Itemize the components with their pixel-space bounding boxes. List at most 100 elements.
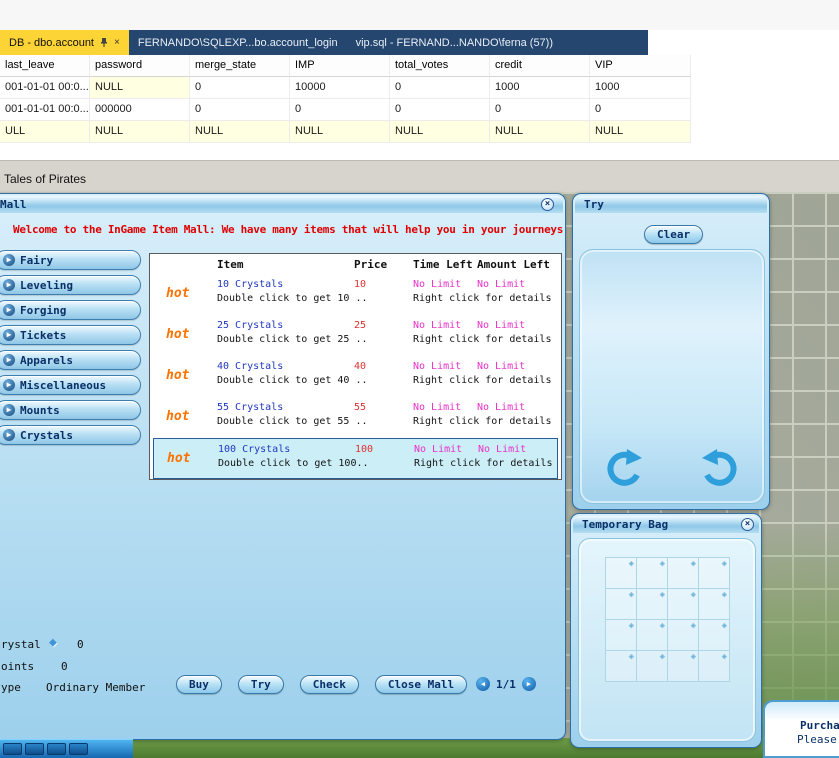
try-preview-area — [579, 249, 765, 504]
table-row[interactable]: ULLNULLNULLNULLNULLNULLNULL — [0, 121, 691, 143]
column-header[interactable]: VIP — [590, 55, 691, 77]
table-cell[interactable]: NULL — [390, 121, 490, 143]
chat-tab[interactable] — [3, 743, 22, 755]
bag-slot[interactable]: ◈ — [699, 651, 730, 682]
category-button-fairy[interactable]: ▶Fairy — [0, 250, 141, 270]
clear-button[interactable]: Clear — [644, 225, 703, 244]
column-header[interactable]: total_votes — [390, 55, 490, 77]
table-cell[interactable]: 000000 — [90, 99, 190, 121]
bag-slot[interactable]: ◈ — [668, 620, 699, 651]
bag-slot[interactable]: ◈ — [606, 589, 637, 620]
bag-slot[interactable]: ◈ — [668, 589, 699, 620]
bag-slot[interactable]: ◈ — [606, 620, 637, 651]
bag-slot[interactable]: ◈ — [637, 620, 668, 651]
screen: DB - dbo.account×FERNANDO\SQLEXP...bo.ac… — [0, 0, 839, 758]
bag-titlebar: Temporary Bag — [573, 516, 759, 533]
category-button-leveling[interactable]: ▶Leveling — [0, 275, 141, 295]
table-cell[interactable]: 0 — [190, 99, 290, 121]
table-cell[interactable]: NULL — [490, 121, 590, 143]
results-grid: last_leavepasswordmerge_stateIMPtotal_vo… — [0, 55, 691, 143]
category-arrow-icon: ▶ — [3, 404, 15, 416]
table-cell[interactable]: 0 — [290, 99, 390, 121]
rotate-left-icon[interactable] — [600, 447, 644, 491]
table-cell[interactable]: 0 — [490, 99, 590, 121]
chat-tab[interactable] — [69, 743, 88, 755]
table-cell[interactable]: 10000 — [290, 77, 390, 99]
gem-icon: ◈ — [691, 559, 696, 569]
table-cell[interactable]: 0 — [190, 77, 290, 99]
category-button-mounts[interactable]: ▶Mounts — [0, 400, 141, 420]
close-tab-icon[interactable]: × — [114, 38, 120, 48]
table-row[interactable]: 001-01-01 00:0...00000000000 — [0, 99, 691, 121]
table-cell[interactable]: 1000 — [490, 77, 590, 99]
table-cell[interactable]: NULL — [190, 121, 290, 143]
item-name: 40 Crystals — [217, 361, 283, 372]
table-cell[interactable]: NULL — [290, 121, 390, 143]
column-header[interactable]: password — [90, 55, 190, 77]
item-price: 40 — [354, 361, 366, 372]
item-row[interactable]: hot55 CrystalsDouble click to get 55 ..5… — [153, 397, 558, 438]
column-header[interactable]: IMP — [290, 55, 390, 77]
close-icon[interactable]: × — [741, 518, 754, 531]
column-header-price: Price — [354, 258, 387, 271]
bag-slot[interactable]: ◈ — [606, 651, 637, 682]
category-arrow-icon: ▶ — [3, 254, 15, 266]
page-next-icon[interactable]: ▶ — [522, 677, 536, 691]
table-cell[interactable]: 1000 — [590, 77, 691, 99]
table-cell[interactable]: NULL — [90, 121, 190, 143]
category-button-miscellaneous[interactable]: ▶Miscellaneous — [0, 375, 141, 395]
item-rows: hot10 CrystalsDouble click to get 10 ..1… — [150, 274, 561, 479]
category-button-tickets[interactable]: ▶Tickets — [0, 325, 141, 345]
category-button-forging[interactable]: ▶Forging — [0, 300, 141, 320]
bag-slot[interactable]: ◈ — [637, 651, 668, 682]
pin-icon[interactable] — [100, 37, 108, 48]
bag-slot[interactable]: ◈ — [637, 589, 668, 620]
item-row[interactable]: hot40 CrystalsDouble click to get 40 ..4… — [153, 356, 558, 397]
try-button[interactable]: Try — [238, 675, 284, 694]
close-icon[interactable]: × — [541, 198, 554, 211]
gem-icon: ◈ — [722, 652, 727, 662]
tab-strip: DB - dbo.account×FERNANDO\SQLEXP...bo.ac… — [0, 30, 648, 55]
item-time-left: No Limit — [413, 402, 461, 413]
document-tab[interactable]: FERNANDO\SQLEXP...bo.account_login — [129, 30, 347, 55]
table-cell[interactable]: 0 — [390, 99, 490, 121]
bag-slot[interactable]: ◈ — [606, 558, 637, 589]
check-button[interactable]: Check — [300, 675, 359, 694]
column-header-amount: Amount Left — [477, 258, 550, 271]
member-type-value: Ordinary Member — [46, 681, 145, 694]
item-desc: Double click to get 100.. — [218, 458, 369, 469]
chat-tab[interactable] — [47, 743, 66, 755]
category-label: Crystals — [20, 429, 73, 442]
bag-slot[interactable]: ◈ — [668, 558, 699, 589]
bag-slot[interactable]: ◈ — [699, 589, 730, 620]
table-cell[interactable]: 0 — [590, 99, 691, 121]
bag-slot[interactable]: ◈ — [699, 558, 730, 589]
buy-button[interactable]: Buy — [176, 675, 222, 694]
item-row[interactable]: hot10 CrystalsDouble click to get 10 ..1… — [153, 274, 558, 315]
table-cell[interactable]: NULL — [590, 121, 691, 143]
document-tab[interactable]: vip.sql - FERNAND...NANDO\ferna (57)) — [347, 30, 562, 55]
rotate-right-icon[interactable] — [700, 447, 744, 491]
table-cell[interactable]: 001-01-01 00:0... — [0, 99, 90, 121]
column-header[interactable]: credit — [490, 55, 590, 77]
mall-window: Mall × Welcome to the InGame Item Mall: … — [0, 193, 566, 740]
item-row[interactable]: hot25 CrystalsDouble click to get 25 ..2… — [153, 315, 558, 356]
bag-slot[interactable]: ◈ — [699, 620, 730, 651]
chat-bar[interactable] — [0, 739, 133, 758]
document-tab[interactable]: DB - dbo.account× — [0, 30, 129, 55]
table-cell[interactable]: 0 — [390, 77, 490, 99]
chat-tab[interactable] — [25, 743, 44, 755]
item-row[interactable]: hot100 CrystalsDouble click to get 100..… — [153, 438, 558, 479]
category-button-crystals[interactable]: ▶Crystals — [0, 425, 141, 445]
close-mall-button[interactable]: Close Mall — [375, 675, 467, 694]
table-cell[interactable]: NULL — [90, 77, 190, 99]
column-header[interactable]: merge_state — [190, 55, 290, 77]
column-header[interactable]: last_leave — [0, 55, 90, 77]
category-button-apparels[interactable]: ▶Apparels — [0, 350, 141, 370]
bag-slot[interactable]: ◈ — [637, 558, 668, 589]
table-cell[interactable]: 001-01-01 00:0... — [0, 77, 90, 99]
table-row[interactable]: 001-01-01 00:0...NULL010000010001000 — [0, 77, 691, 99]
page-prev-icon[interactable]: ◀ — [476, 677, 490, 691]
table-cell[interactable]: ULL — [0, 121, 90, 143]
bag-slot[interactable]: ◈ — [668, 651, 699, 682]
